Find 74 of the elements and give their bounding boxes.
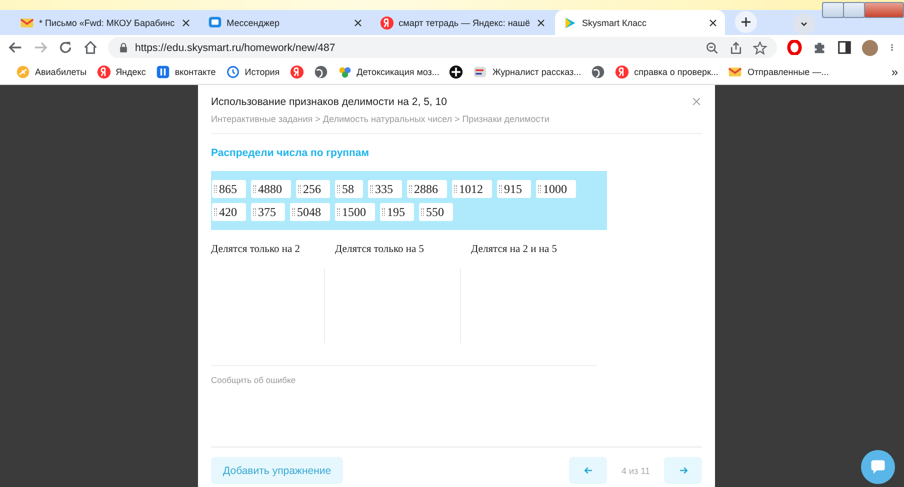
tab-search-button[interactable]	[793, 13, 815, 35]
close-icon	[180, 16, 192, 28]
new-tab-button[interactable]	[735, 10, 758, 32]
reload-icon	[58, 40, 73, 55]
chat-button[interactable]	[861, 450, 895, 484]
group-heading: Делятся только на 2	[211, 244, 302, 257]
bookmark[interactable]: Авиабилеты	[16, 65, 87, 79]
address-bar[interactable]: https://edu.skysmart.ru/homework/new/487	[108, 37, 777, 58]
bookmark[interactable]: справка о проверк...	[615, 65, 718, 79]
bookmark[interactable]: Журналист рассказ...	[473, 65, 582, 79]
share-icon	[729, 40, 743, 54]
number-card[interactable]: 865	[212, 180, 246, 198]
number-card[interactable]: 420	[212, 203, 246, 221]
zoom-out-icon	[705, 40, 719, 54]
forward-icon	[33, 40, 48, 55]
dialog-title: Использование признаков делимости на 2, 5, 10	[211, 96, 447, 108]
bookmark[interactable]: вконтакте	[156, 65, 216, 79]
number-card[interactable]: 1500	[335, 203, 375, 221]
close-icon	[352, 16, 364, 28]
close-button[interactable]	[864, 2, 904, 18]
number-card[interactable]: 550	[419, 203, 453, 221]
task-instruction: Распредели числа по группам	[211, 147, 370, 159]
number-card[interactable]: 2886	[407, 180, 447, 198]
bookmark[interactable]: Детоксикация моз...	[338, 65, 440, 79]
group-heading: Делятся только на 5	[335, 244, 426, 257]
flower-icon	[338, 65, 352, 79]
browser-tab[interactable]: * Письмо «Fwd: МКОУ Барабинс	[12, 10, 198, 35]
pause-icon	[156, 65, 170, 79]
browser-tab[interactable]: смарт тетрадь — Яндекс: нашё	[372, 10, 554, 35]
mail-icon	[20, 16, 34, 30]
home-icon	[83, 40, 98, 55]
close-icon	[691, 96, 702, 107]
star-icon	[753, 40, 767, 54]
minimize-button[interactable]	[822, 2, 844, 18]
number-card[interactable]: 4880	[251, 180, 291, 198]
number-card[interactable]: 1012	[452, 180, 492, 198]
number-card[interactable]: 1000	[536, 180, 576, 198]
plane-icon	[16, 65, 30, 79]
back-icon	[8, 40, 23, 55]
maximize-button[interactable]	[843, 2, 865, 18]
number-card[interactable]: 335	[368, 180, 402, 198]
puzzle-icon	[812, 40, 827, 55]
number-card[interactable]: 256	[296, 180, 330, 198]
close-icon	[535, 16, 548, 28]
more-bookmarks-button[interactable]: »	[891, 65, 898, 79]
ring-icon	[787, 40, 802, 55]
breadcrumb: Интерактивные задания > Делимость натуральных чисел > Признаки делимости	[211, 114, 550, 124]
arrow-right-icon	[678, 465, 688, 476]
page-counter: 4 из 11	[621, 466, 650, 476]
mail-icon	[728, 65, 742, 79]
news-icon	[473, 65, 488, 79]
number-card[interactable]: 58	[335, 180, 363, 198]
group-heading: Делятся на 2 и на 5	[471, 244, 558, 257]
lock-icon	[118, 42, 129, 53]
bookmark[interactable]	[449, 65, 464, 79]
chat-icon	[208, 16, 222, 30]
number-card[interactable]: 375	[251, 203, 285, 221]
browser-tab[interactable]: Skysmart Класс	[555, 10, 726, 35]
number-card[interactable]: 5048	[290, 203, 330, 221]
sidebar-icon	[837, 40, 852, 55]
cross-icon	[449, 65, 464, 79]
number-card[interactable]: 915	[497, 180, 531, 198]
history-icon	[226, 65, 240, 79]
bookmark[interactable]: История	[226, 65, 280, 79]
chat-bubble-icon	[869, 458, 887, 476]
bookmark[interactable]: Яндекс	[96, 65, 146, 79]
bookmark[interactable]: Отправленные —...	[728, 65, 829, 79]
plus-icon	[740, 16, 752, 28]
profile-avatar[interactable]	[862, 40, 878, 56]
number-card[interactable]: 195	[380, 203, 414, 221]
browser-tab[interactable]: Мессенджер	[200, 10, 370, 35]
play-icon	[563, 16, 578, 30]
arrow-left-icon	[582, 465, 594, 476]
close-icon	[707, 16, 720, 28]
